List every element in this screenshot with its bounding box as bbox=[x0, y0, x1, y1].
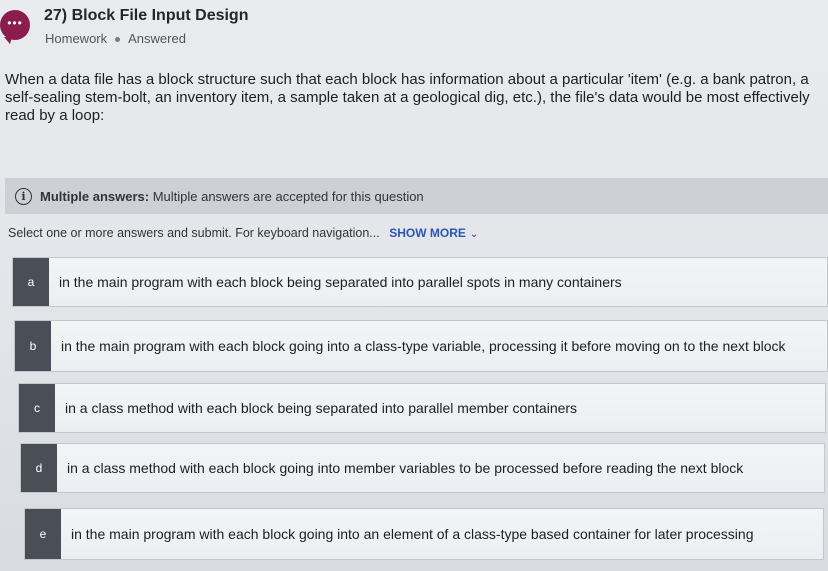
instructions-text: Select one or more answers and submit. F… bbox=[8, 226, 380, 240]
question-meta: Homework Answered bbox=[45, 31, 186, 46]
option-text: in a class method with each block going … bbox=[67, 460, 744, 476]
option-text: in the main program with each block bein… bbox=[59, 274, 622, 290]
chevron-down-icon: ⌄ bbox=[469, 229, 479, 240]
answer-option-a[interactable]: a in the main program with each block be… bbox=[12, 257, 828, 307]
option-text: in the main program with each block goin… bbox=[61, 338, 786, 354]
info-description: Multiple answers are accepted for this q… bbox=[149, 188, 424, 204]
option-letter: b bbox=[15, 321, 51, 371]
answer-option-d[interactable]: d in a class method with each block goin… bbox=[20, 443, 825, 493]
option-letter: c bbox=[19, 384, 55, 432]
show-more-label: SHOW MORE bbox=[389, 226, 466, 240]
multiple-answers-banner: i Multiple answers: Multiple answers are… bbox=[5, 178, 828, 214]
info-text: Multiple answers: Multiple answers are a… bbox=[40, 189, 424, 204]
answer-option-e[interactable]: e in the main program with each block go… bbox=[24, 508, 824, 560]
answer-option-b[interactable]: b in the main program with each block go… bbox=[14, 320, 828, 372]
info-icon: i bbox=[15, 187, 32, 205]
instructions: Select one or more answers and submit. F… bbox=[8, 226, 478, 240]
option-text: in the main program with each block goin… bbox=[71, 526, 754, 542]
answer-option-c[interactable]: c in a class method with each block bein… bbox=[18, 383, 826, 433]
question-type: Homework bbox=[45, 31, 108, 46]
option-text: in a class method with each block being … bbox=[65, 400, 578, 416]
question-header: ••• 27) Block File Input Design Homework… bbox=[0, 0, 828, 60]
separator-dot bbox=[115, 37, 121, 43]
show-more-link[interactable]: SHOW MORE ⌄ bbox=[389, 226, 478, 240]
question-status: Answered bbox=[128, 31, 186, 46]
page: ••• 27) Block File Input Design Homework… bbox=[0, 0, 828, 571]
option-letter: e bbox=[25, 509, 61, 559]
option-letter: a bbox=[13, 258, 49, 306]
chat-bubble-icon[interactable]: ••• bbox=[0, 10, 30, 44]
question-title: 27) Block File Input Design bbox=[44, 7, 249, 24]
question-text: When a data file has a block structure s… bbox=[5, 71, 810, 124]
info-label: Multiple answers: bbox=[40, 188, 150, 204]
option-letter: d bbox=[21, 444, 57, 492]
